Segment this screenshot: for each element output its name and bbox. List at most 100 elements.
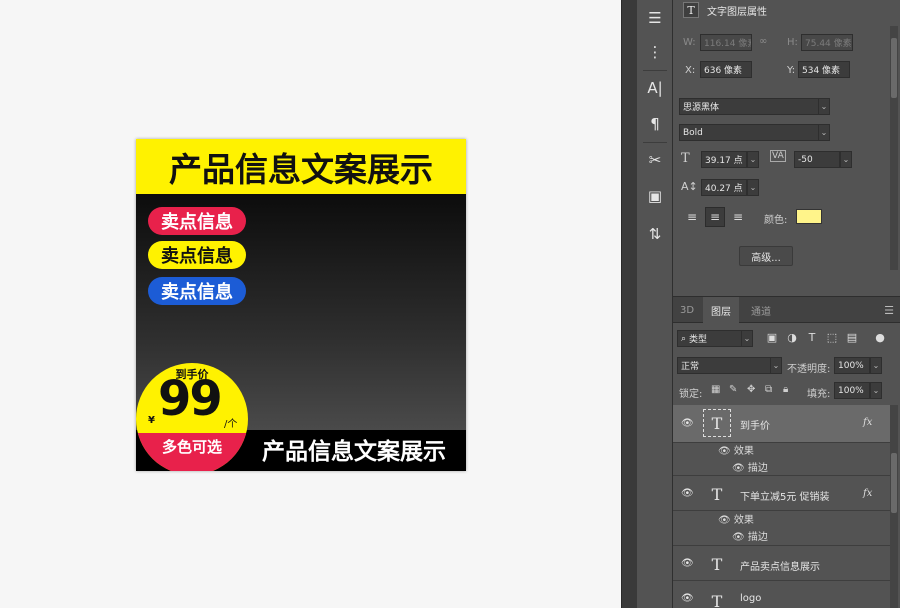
divider (643, 142, 667, 143)
align-left-icon[interactable]: ≡ (682, 207, 702, 227)
filter-adjustment-icon[interactable]: ◑ (785, 329, 799, 345)
blend-mode-select[interactable]: 正常 (677, 357, 772, 374)
bottom-banner-text: 产品信息文案展示 (262, 439, 446, 465)
fill-label: 填充: (807, 389, 831, 400)
effects-row[interactable]: 👁︎ 效果 (718, 442, 754, 457)
chevron-down-icon[interactable]: ⌄ (747, 151, 759, 168)
chevron-down-icon[interactable]: ⌄ (770, 357, 782, 374)
visibility-eye-icon[interactable]: 👁︎ (681, 418, 694, 429)
fx-icon[interactable]: fx (863, 417, 872, 428)
effects-row[interactable]: 👁︎ 效果 (718, 511, 754, 526)
visibility-eye-icon[interactable]: 👁︎ (718, 446, 734, 457)
layer-row-logo[interactable]: 👁︎ T logo (673, 583, 893, 608)
lock-transparency-icon[interactable]: ▦ (711, 384, 720, 395)
chevron-down-icon[interactable]: ⌄ (870, 357, 882, 374)
color-swatch[interactable] (796, 209, 822, 224)
font-size-field[interactable]: 39.17 点 (701, 151, 747, 168)
paragraph-icon[interactable]: ¶ (641, 110, 669, 138)
fx-icon[interactable]: fx (863, 488, 872, 499)
artboard[interactable]: 产品信息文案展示 卖点信息 卖点信息 卖点信息 产品信息文案展示 到手价 ¥ 9… (136, 139, 466, 471)
filter-shape-icon[interactable]: ⬚ (825, 329, 839, 345)
properties-panel: T 文字图层属性 W: 116.14 像素 ∞ H: 75.44 像素 X: 6… (673, 0, 900, 296)
filter-pixel-icon[interactable]: ▣ (765, 329, 779, 345)
panel-menu-icon[interactable]: ☰ (884, 304, 894, 317)
visibility-eye-icon[interactable]: 👁︎ (732, 532, 748, 543)
visibility-eye-icon[interactable]: 👁︎ (681, 593, 694, 604)
stamp-list-icon[interactable]: ⋮ (641, 38, 669, 66)
width-field[interactable]: 116.14 像素 (700, 34, 752, 51)
layer-name: logo (740, 593, 762, 604)
stroke-row[interactable]: 👁︎ 描边 (732, 459, 768, 474)
document-canvas[interactable]: 产品信息文案展示 卖点信息 卖点信息 卖点信息 产品信息文案展示 到手价 ¥ 9… (0, 0, 621, 608)
tab-layers[interactable]: 图层 (703, 297, 739, 323)
artboard-icon[interactable]: ⧉ (765, 384, 772, 395)
properties-scrollbar[interactable] (890, 26, 898, 270)
opacity-field[interactable]: 100% (834, 357, 870, 374)
filter-type-icon[interactable]: T (805, 329, 819, 345)
scissors-icon[interactable]: ✂ (641, 146, 669, 174)
layer-name: 下单立减5元 促销装 (740, 492, 830, 503)
colors-available-label: 多色可选 (161, 438, 222, 456)
visibility-eye-icon[interactable]: 👁︎ (718, 515, 734, 526)
chevron-down-icon[interactable]: ⌄ (747, 179, 759, 196)
character-icon[interactable]: A| (641, 74, 669, 102)
text-layer-thumbnail: T (703, 409, 731, 437)
x-label: X: (685, 65, 696, 76)
visibility-eye-icon[interactable]: 👁︎ (732, 463, 748, 474)
layer-row-promo[interactable]: 👁︎ T 下单立减5元 促销装 fx (673, 475, 893, 511)
visibility-eye-icon[interactable]: 👁︎ (681, 558, 694, 569)
text-layer-thumbnail: T (711, 484, 723, 504)
price-currency: ¥ (148, 415, 155, 426)
lock-all-icon[interactable]: 🔒︎ (783, 384, 788, 395)
banner-title: 产品信息文案展示 (169, 149, 433, 189)
selling-point-pill-blue: 卖点信息 (148, 277, 246, 305)
chevron-down-icon[interactable]: ⌄ (840, 151, 852, 168)
sliders-icon[interactable]: ☰ (641, 4, 669, 32)
tab-3d[interactable]: 3D (673, 297, 701, 323)
filter-toggle-icon[interactable]: ● (873, 329, 887, 345)
stroke-label: 描边 (747, 463, 768, 474)
text-layer-thumbnail: T (711, 554, 723, 574)
link-icon[interactable]: ∞ (759, 36, 767, 47)
tracking-icon: VA (770, 150, 786, 162)
layer-row-price-label[interactable]: 👁︎ T 到手价 fx (673, 405, 893, 443)
panel-collapse-strip[interactable] (621, 0, 637, 608)
advanced-button[interactable]: 高级... (739, 246, 793, 266)
tracking-field[interactable]: -50 (794, 151, 840, 168)
align-right-icon[interactable]: ≡ (728, 207, 748, 227)
chevron-down-icon[interactable]: ⌄ (741, 330, 753, 347)
lock-position-icon[interactable]: ✥ (747, 384, 755, 395)
chevron-down-icon[interactable]: ⌄ (818, 124, 830, 141)
filter-kind-select[interactable]: ⌕ 类型 (677, 330, 743, 347)
align-center-icon[interactable]: ≡ (705, 207, 725, 227)
selling-point-pill-red: 卖点信息 (148, 207, 246, 235)
font-family-select[interactable]: 思源黑体 (679, 98, 819, 115)
stroke-label: 描边 (747, 532, 768, 543)
book-icon[interactable]: ▣ (641, 182, 669, 210)
filter-kind-label: 类型 (689, 335, 708, 345)
x-field[interactable]: 636 像素 (700, 61, 752, 78)
layer-row-selling-points[interactable]: 👁︎ T 产品卖点信息展示 (673, 545, 893, 581)
scrollbar-thumb[interactable] (891, 38, 897, 98)
height-field[interactable]: 75.44 像素 (801, 34, 853, 51)
filter-smart-object-icon[interactable]: ▤ (845, 329, 859, 345)
chevron-down-icon[interactable]: ⌄ (870, 382, 882, 399)
lock-pixels-icon[interactable]: ✎ (729, 384, 737, 395)
price-badge: 到手价 ¥ 99 /个 多色可选 (136, 363, 248, 471)
chevron-down-icon[interactable]: ⌄ (818, 98, 830, 115)
leading-field[interactable]: 40.27 点 (701, 179, 747, 196)
scrollbar-thumb[interactable] (891, 453, 897, 513)
fill-field[interactable]: 100% (834, 382, 870, 399)
transform-icon[interactable]: ⇅ (641, 220, 669, 248)
price-value: 99 (158, 371, 223, 427)
font-style-select[interactable]: Bold (679, 124, 819, 141)
visibility-eye-icon[interactable]: 👁︎ (681, 488, 694, 499)
y-field[interactable]: 534 像素 (798, 61, 850, 78)
height-label: H: (787, 37, 798, 48)
y-label: Y: (787, 65, 796, 76)
layers-scrollbar[interactable] (890, 405, 898, 608)
divider (643, 70, 667, 71)
stroke-row[interactable]: 👁︎ 描边 (732, 528, 768, 543)
leading-icon: A↕ (681, 180, 698, 193)
tab-channels[interactable]: 通道 (743, 297, 779, 323)
